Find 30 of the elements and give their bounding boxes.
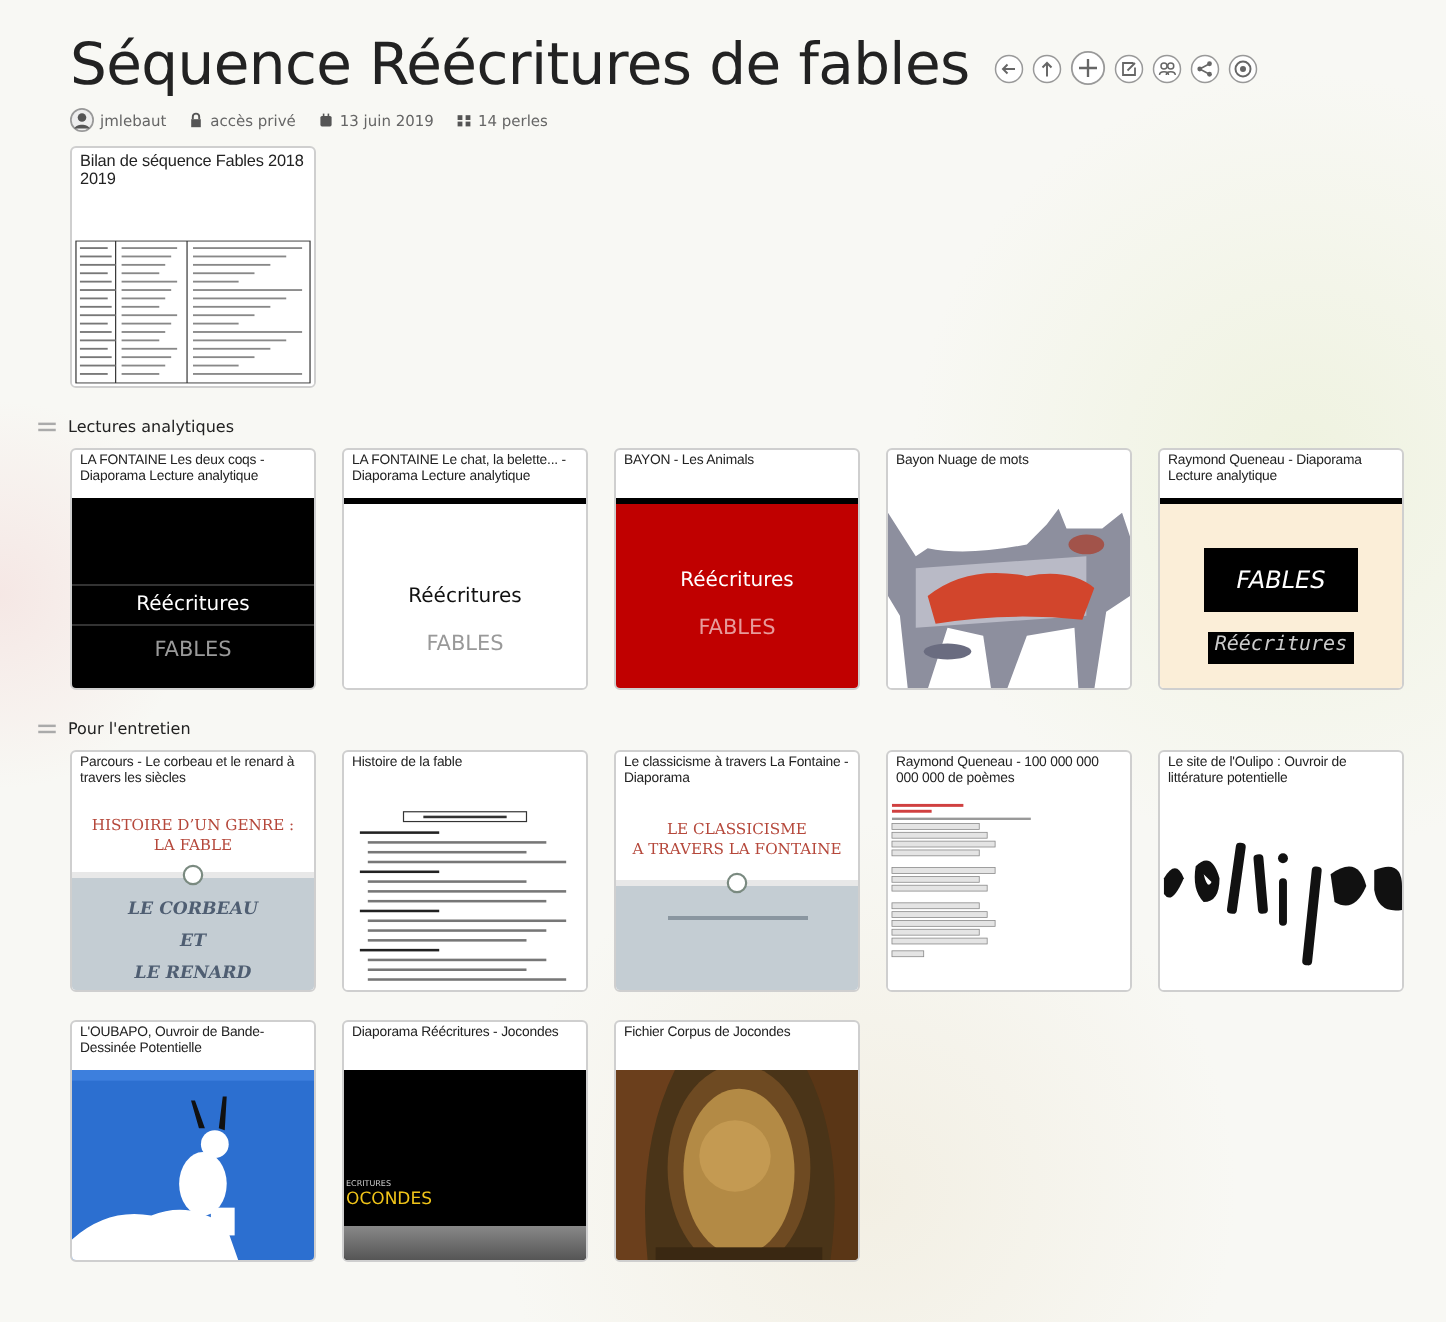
pearl-card[interactable]: Bilan de séquence Fables 2018 2019 (70, 146, 316, 388)
share-icon[interactable] (1189, 53, 1220, 83)
ring-icon (182, 864, 204, 886)
team-icon[interactable] (1151, 53, 1182, 83)
avatar-icon[interactable] (70, 108, 94, 132)
slide-subtitle: ET (180, 930, 206, 956)
slide-title: Réécritures (680, 569, 794, 591)
edit-icon[interactable] (1113, 53, 1144, 83)
lock-icon (188, 112, 205, 128)
target-icon[interactable] (1227, 53, 1258, 83)
page-title: Séquence Réécritures de fables (70, 28, 970, 102)
back-icon[interactable] (993, 53, 1024, 83)
add-icon[interactable] (1069, 50, 1106, 86)
slide-subtitle: Réécritures (1208, 632, 1354, 664)
grid-icon (455, 112, 472, 128)
slide-subtitle: FABLES (426, 631, 504, 655)
slide-title: Réécritures (408, 585, 522, 607)
slide-subtitle: FABLES (698, 615, 776, 639)
section-title[interactable]: Lectures analytiques (68, 417, 235, 435)
card-title: Bilan de séquence Fables 2018 2019 (80, 152, 304, 188)
section-title[interactable]: Pour l'entretien (68, 719, 191, 737)
slide-title: Réécritures (72, 584, 314, 626)
ring-icon (726, 872, 748, 894)
slide-subtitle: LE RENARD (134, 962, 252, 988)
slide-title: OCONDES (346, 1190, 432, 1210)
subtitle-line (667, 916, 807, 919)
slide-title: FABLES (1204, 548, 1358, 612)
slide-subtitle: FABLES (154, 638, 232, 662)
calendar-icon (317, 112, 334, 128)
slide-subtitle: LE CORBEAU (127, 898, 259, 924)
